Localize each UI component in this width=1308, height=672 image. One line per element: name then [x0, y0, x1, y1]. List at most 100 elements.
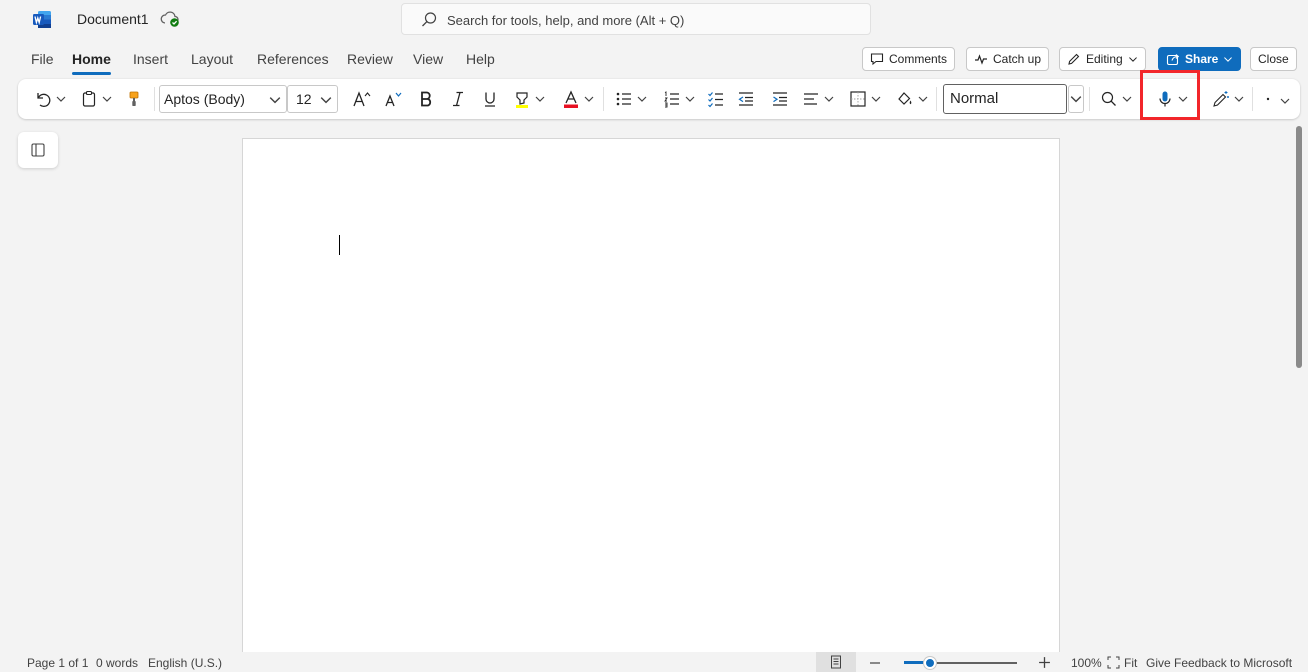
fit-icon[interactable] [1107, 656, 1120, 669]
tab-help[interactable]: Help [466, 51, 495, 67]
font-color-icon [564, 90, 578, 108]
share-icon [1166, 54, 1180, 66]
menu-bar: File Home Insert Layout References Revie… [0, 44, 1308, 76]
clipboard-icon [82, 90, 96, 107]
word-logo-icon[interactable] [32, 10, 52, 29]
feedback-link[interactable]: Give Feedback to Microsoft [1146, 656, 1292, 670]
editor-button[interactable] [1208, 86, 1248, 112]
pencil-icon [1068, 53, 1080, 65]
share-label: Share [1185, 52, 1219, 66]
chevron-down-icon [918, 96, 928, 102]
borders-button[interactable] [845, 86, 885, 112]
style-select[interactable]: Normal [943, 84, 1067, 114]
tab-view[interactable]: View [413, 51, 443, 67]
page-view-icon [831, 655, 841, 669]
italic-icon [453, 91, 463, 107]
comments-label: Comments [889, 52, 948, 66]
tab-review[interactable]: Review [347, 51, 393, 67]
navigation-pane-icon [31, 143, 45, 157]
zoom-in-icon[interactable] [1038, 656, 1051, 669]
bullet-list-icon [616, 92, 631, 106]
navigation-pane-button[interactable] [18, 132, 58, 168]
share-button[interactable]: Share [1158, 47, 1242, 71]
chevron-down-icon [871, 96, 881, 102]
comments-button[interactable]: Comments [862, 47, 956, 71]
search-box[interactable] [401, 3, 871, 35]
page-count[interactable]: Page 1 of 1 [27, 656, 88, 670]
checklist-button[interactable] [704, 86, 728, 112]
chevron-down-icon [1128, 57, 1137, 62]
document-name[interactable]: Document1 [77, 11, 149, 27]
bold-button[interactable] [415, 86, 437, 112]
scrollbar-thumb[interactable] [1296, 126, 1302, 368]
catch-up-button[interactable]: Catch up [966, 47, 1050, 71]
print-layout-view-button[interactable] [816, 652, 856, 672]
shrink-font-icon [385, 92, 402, 107]
cloud-saved-icon[interactable] [160, 10, 180, 28]
increase-indent-button[interactable] [768, 86, 792, 112]
font-size-value: 12 [296, 91, 312, 107]
numbering-button[interactable] [660, 86, 698, 112]
font-color-button[interactable] [559, 86, 597, 112]
editing-mode-button[interactable]: Editing [1059, 47, 1146, 71]
separator [154, 87, 155, 111]
chevron-down-icon [637, 96, 647, 102]
zoom-out-icon[interactable] [869, 657, 881, 669]
separator [936, 87, 937, 111]
zoom-slider-thumb[interactable] [924, 657, 936, 669]
find-button[interactable] [1096, 86, 1136, 112]
align-button[interactable] [798, 86, 838, 112]
title-bar: Document1 [0, 0, 1308, 40]
fit-button[interactable]: Fit [1124, 656, 1137, 670]
decrease-indent-button[interactable] [734, 86, 758, 112]
dictate-highlight-box [1140, 70, 1200, 120]
tab-home[interactable]: Home [72, 51, 111, 67]
zoom-level[interactable]: 100% [1071, 656, 1102, 670]
format-painter-button[interactable] [122, 86, 146, 112]
bullets-button[interactable] [612, 86, 650, 112]
chevron-down-icon [535, 96, 545, 102]
style-gallery-dropdown[interactable] [1068, 85, 1084, 113]
editing-label: Editing [1086, 52, 1123, 66]
close-button[interactable]: Close [1250, 47, 1297, 71]
tab-layout[interactable]: Layout [191, 51, 233, 67]
highlight-color-button[interactable] [510, 86, 548, 112]
shrink-font-button[interactable] [382, 86, 404, 112]
borders-icon [850, 91, 866, 107]
chevron-down-icon [102, 96, 112, 102]
separator [603, 87, 604, 111]
numbered-list-icon [664, 91, 679, 108]
checklist-icon [708, 92, 723, 108]
underline-button[interactable] [479, 86, 501, 112]
chevron-down-icon [56, 96, 66, 102]
more-options-button[interactable] [1258, 86, 1294, 112]
document-page[interactable] [242, 138, 1060, 658]
chevron-down-icon [1224, 57, 1233, 62]
undo-icon [37, 93, 51, 107]
font-name-value: Aptos (Body) [164, 91, 245, 107]
font-size-select[interactable]: 12 [287, 85, 338, 113]
chevron-down-icon [269, 97, 281, 104]
language-indicator[interactable]: English (U.S.) [148, 656, 222, 670]
close-label: Close [1258, 52, 1289, 66]
activity-icon [975, 54, 987, 65]
tab-insert[interactable]: Insert [133, 51, 168, 67]
separator [1089, 87, 1090, 111]
italic-button[interactable] [447, 86, 469, 112]
undo-button[interactable] [32, 86, 68, 112]
paste-button[interactable] [78, 86, 114, 112]
increase-indent-icon [773, 92, 787, 106]
status-bar: Page 1 of 1 0 words English (U.S.) 100% … [0, 652, 1308, 672]
style-value: Normal [950, 90, 999, 107]
tab-file[interactable]: File [31, 51, 54, 67]
shading-button[interactable] [892, 86, 932, 112]
chevron-down-icon [1070, 96, 1082, 103]
search-icon [422, 12, 437, 27]
chevron-down-icon [320, 97, 332, 104]
grow-font-button[interactable] [351, 86, 373, 112]
search-input[interactable] [447, 10, 857, 30]
separator [1252, 87, 1253, 111]
tab-references[interactable]: References [257, 51, 329, 67]
word-count[interactable]: 0 words [96, 656, 138, 670]
font-name-select[interactable]: Aptos (Body) [159, 85, 287, 113]
